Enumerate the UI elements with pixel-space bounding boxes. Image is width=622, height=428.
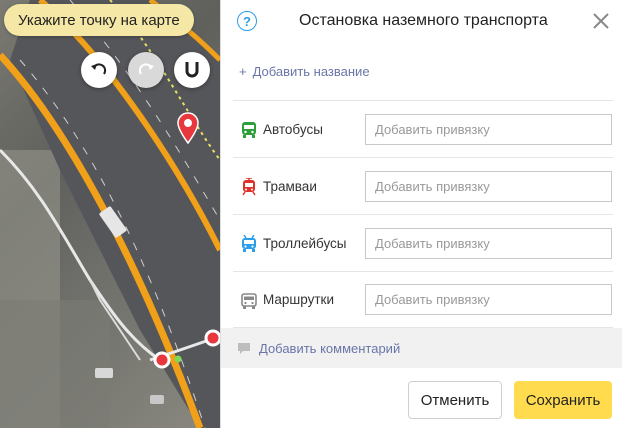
transport-rows: Автобусы Трамваи — [233, 100, 613, 328]
row-label: Автобусы — [263, 121, 323, 137]
row-bus: Автобусы — [233, 100, 613, 157]
redo-arrow-icon — [138, 63, 154, 75]
close-icon[interactable] — [592, 12, 610, 30]
undo-button[interactable] — [81, 52, 117, 88]
panel-title: Остановка наземного транспорта — [299, 12, 548, 29]
add-name-link[interactable]: + Добавить название — [239, 64, 370, 79]
trolleybus-icon — [242, 235, 256, 252]
row-label: Маршрутки — [263, 292, 334, 307]
comment-bubble-icon — [238, 342, 250, 354]
tram-icon — [242, 178, 256, 196]
map-hint-text: Укажите точку на карте — [18, 11, 180, 29]
plus-icon: + — [239, 64, 247, 79]
add-name-label: Добавить название — [252, 64, 370, 79]
panel-header: ? Остановка наземного транспорта — [221, 0, 622, 42]
row-label: Троллейбусы — [263, 235, 347, 251]
stop-editor-panel: ? Остановка наземного транспорта + Добав… — [220, 0, 622, 428]
save-button[interactable]: Сохранить — [514, 381, 612, 419]
row-trolleybus: Троллейбусы — [233, 214, 613, 271]
minibus-icon — [241, 293, 257, 309]
row-minibus: Маршрутки — [233, 271, 613, 328]
magnet-button[interactable] — [174, 52, 210, 88]
map-location-pin-icon[interactable] — [176, 112, 200, 149]
help-icon[interactable]: ? — [237, 11, 257, 31]
bus-binding-input[interactable] — [365, 113, 612, 145]
add-comment-link[interactable]: Добавить комментарий — [221, 328, 622, 368]
bus-icon — [242, 122, 256, 138]
minibus-binding-input[interactable] — [365, 284, 612, 315]
add-comment-label: Добавить комментарий — [259, 340, 401, 356]
redo-button[interactable] — [128, 52, 164, 88]
cancel-button[interactable]: Отменить — [408, 381, 502, 419]
trolleybus-binding-input[interactable] — [365, 227, 612, 259]
map-hint-pill: Укажите точку на карте — [4, 4, 194, 36]
undo-arrow-icon — [91, 63, 107, 75]
row-tram: Трамваи — [233, 157, 613, 214]
row-label: Трамваи — [263, 178, 317, 194]
map-view[interactable]: Укажите точку на карте — [0, 0, 220, 428]
tram-binding-input[interactable] — [365, 170, 612, 202]
magnet-icon — [185, 62, 199, 78]
